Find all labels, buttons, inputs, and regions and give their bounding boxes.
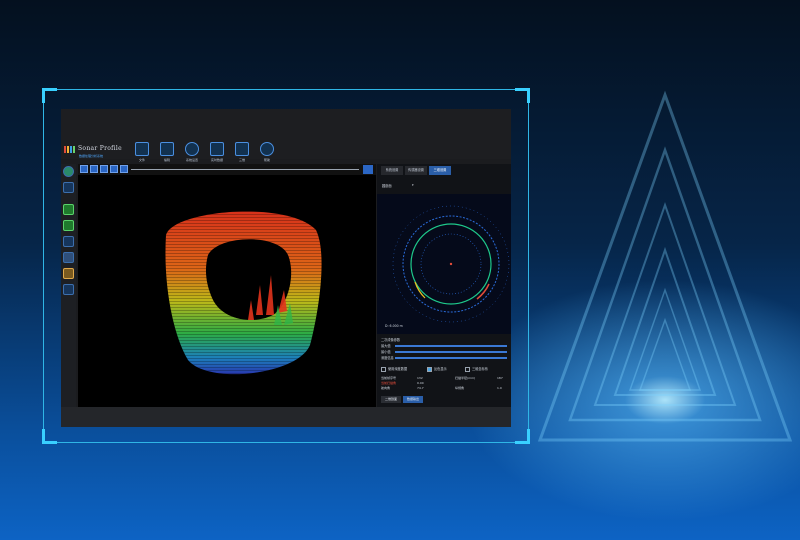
camera-icon[interactable] — [63, 182, 74, 193]
globe-icon[interactable] — [63, 166, 74, 177]
frame-slider[interactable] — [131, 169, 359, 170]
app-title: Sonar Profile — [78, 145, 122, 152]
binoculars-icon[interactable] — [63, 284, 74, 295]
app-subtitle: 数据处理分析系统 — [79, 154, 104, 158]
toolbar-file-button[interactable]: 文件 — [133, 142, 151, 162]
step-back-icon[interactable] — [90, 165, 98, 173]
invert-color-checkbox[interactable]: 反色显示 — [427, 366, 447, 372]
monitor-icon — [160, 142, 174, 156]
zoom-out-icon[interactable] — [63, 220, 74, 231]
data-output-button[interactable]: 数据输出 — [403, 396, 423, 403]
file-icon — [135, 142, 149, 156]
use-depth-checkbox[interactable]: 使用深度数据 — [381, 366, 407, 372]
pencil-icon[interactable] — [63, 268, 74, 279]
play-icon[interactable] — [80, 165, 88, 173]
top-toolbar: Sonar Profile 数据处理分析系统 文件 编辑 系统设置 实时数据 三… — [61, 109, 511, 162]
imaging-params: 二次成像参数 最大值 最小值 深度信息 — [381, 337, 509, 361]
pause-icon[interactable] — [110, 165, 118, 173]
polar-scan-plot — [392, 205, 510, 323]
param-min-slider[interactable] — [395, 351, 507, 353]
polar-scan-view — [377, 194, 511, 334]
stop-icon[interactable] — [120, 165, 128, 173]
toolbar-realtime-button[interactable]: 实时数据 — [208, 142, 226, 162]
cube-icon — [235, 142, 249, 156]
step-forward-icon[interactable] — [100, 165, 108, 173]
rotate-icon[interactable] — [63, 252, 74, 263]
param-depth-slider[interactable] — [395, 357, 507, 359]
tab-3d-settings[interactable]: 三维设置 — [429, 166, 451, 175]
export-icon[interactable] — [363, 165, 373, 174]
bucket-icon[interactable] — [63, 236, 74, 247]
help-icon — [260, 142, 274, 156]
right-panel: 系统设置 传感器设置 三维设置 圆剖面 ▾ D: 6.000 m 二次成像参数 … — [377, 164, 511, 407]
viewer-toolbar — [78, 164, 376, 175]
param-max-slider[interactable] — [395, 345, 507, 347]
tab-system-settings[interactable]: 系统设置 — [381, 166, 403, 175]
toolbar-3d-button[interactable]: 三维 — [233, 142, 251, 162]
view-mode-select[interactable]: 圆剖面 ▾ — [382, 183, 418, 189]
app-window: Sonar Profile 数据处理分析系统 文件 编辑 系统设置 实时数据 三… — [61, 109, 511, 427]
param-depth-row: 深度信息 — [381, 355, 509, 361]
left-toolbar — [61, 164, 76, 427]
app-logo-icon — [64, 146, 75, 153]
tab-sensor-settings[interactable]: 传感器设置 — [405, 166, 427, 175]
grid-icon — [210, 142, 224, 156]
sonar-3d-render — [165, 211, 322, 375]
toolbar-edit-button[interactable]: 编辑 — [158, 142, 176, 162]
2d-profile-button[interactable]: 二维剖面 — [381, 396, 401, 403]
gear-icon — [185, 142, 199, 156]
status-bar — [61, 407, 511, 427]
distance-readout: D: 6.000 m — [385, 324, 403, 328]
zoom-in-icon[interactable] — [63, 204, 74, 215]
chevron-down-icon: ▾ — [412, 183, 414, 187]
3d-viewer[interactable] — [78, 164, 376, 407]
toolbar-settings-button[interactable]: 系统设置 — [183, 142, 201, 162]
toolbar-help-button[interactable]: 帮助 — [258, 142, 276, 162]
axis-checkbox[interactable]: 三维坐标系 — [465, 366, 488, 372]
